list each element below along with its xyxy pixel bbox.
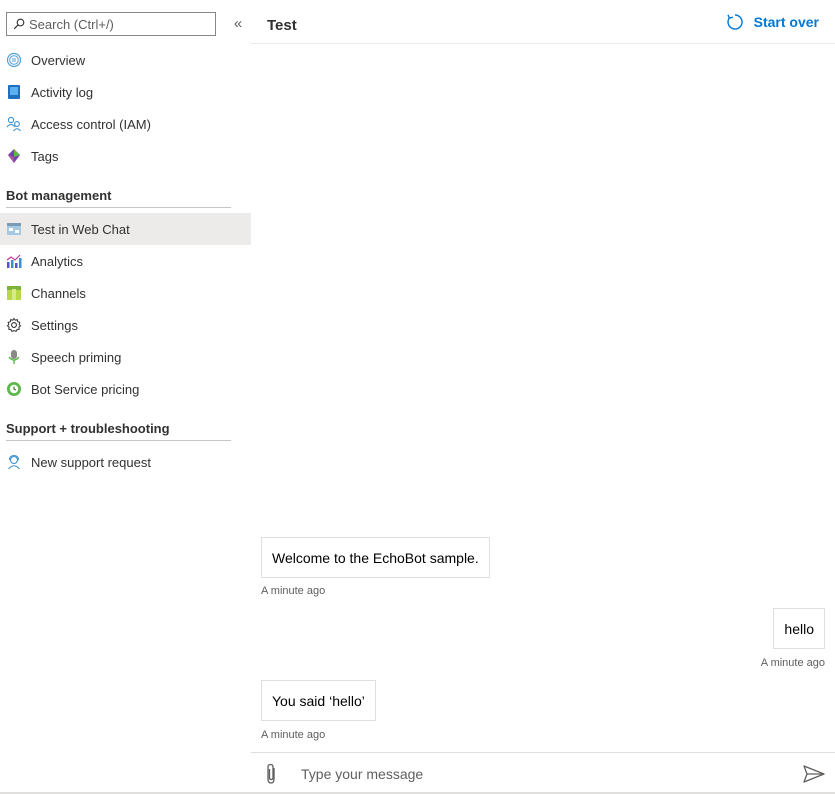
bot-message: You said ‘hello’ — [261, 680, 376, 721]
analytics-icon — [6, 253, 22, 269]
bot-message: Welcome to the EchoBot sample. — [261, 537, 490, 578]
channels-icon — [6, 285, 22, 301]
sidebar-item-label: Speech priming — [31, 349, 122, 365]
sidebar-item-analytics[interactable]: Analytics — [0, 245, 251, 277]
collapse-sidebar-button[interactable]: « — [230, 15, 246, 33]
message-input-bar — [251, 752, 835, 794]
sidebar-item-settings[interactable]: Settings — [0, 309, 251, 341]
web-chat-icon — [6, 221, 22, 237]
sidebar-item-label: Access control (IAM) — [31, 116, 151, 132]
sidebar-item-activity-log[interactable]: Activity log — [0, 76, 251, 108]
search-row: « — [6, 12, 246, 36]
message-timestamp: A minute ago — [261, 585, 326, 597]
header: Test Start over — [251, 0, 835, 44]
activity-log-icon — [6, 84, 22, 100]
start-over-button[interactable]: Start over — [726, 13, 819, 31]
search-box[interactable] — [6, 12, 216, 36]
sidebar-item-label: New support request — [31, 454, 151, 470]
sidebar: « Overview Activity log Access control (… — [0, 0, 251, 794]
start-over-label: Start over — [753, 14, 819, 30]
sidebar-item-label: Overview — [31, 52, 86, 68]
sidebar-item-label: Test in Web Chat — [31, 221, 130, 237]
sidebar-item-test-in-web-chat[interactable]: Test in Web Chat — [0, 213, 251, 245]
sidebar-item-tags[interactable]: Tags — [0, 140, 251, 172]
section-header-bot-management: Bot management — [6, 184, 231, 208]
access-control-icon — [6, 116, 22, 132]
sidebar-item-bot-service-pricing[interactable]: Bot Service pricing — [0, 373, 251, 405]
pricing-icon — [6, 381, 22, 397]
sidebar-item-label: Activity log — [31, 84, 94, 100]
message-timestamp: A minute ago — [261, 729, 326, 741]
sidebar-item-label: Bot Service pricing — [31, 381, 140, 397]
sidebar-item-new-support-request[interactable]: New support request — [0, 446, 251, 478]
section-header-support: Support + troubleshooting — [6, 417, 231, 441]
settings-icon — [6, 317, 22, 333]
sidebar-item-overview[interactable]: Overview — [0, 44, 251, 76]
sidebar-item-label: Tags — [31, 148, 59, 164]
chat-transcript[interactable]: Welcome to the EchoBot sample. A minute … — [251, 45, 835, 752]
refresh-icon — [726, 13, 744, 31]
sidebar-item-label: Channels — [31, 285, 86, 301]
paperclip-icon — [267, 763, 275, 784]
search-icon — [13, 18, 25, 30]
main-panel: Test Start over Welcome to the EchoBot s… — [251, 0, 835, 794]
overview-icon — [6, 52, 22, 68]
tags-icon — [6, 148, 22, 164]
sidebar-item-channels[interactable]: Channels — [0, 277, 251, 309]
send-button[interactable] — [802, 763, 826, 785]
user-message: hello — [773, 608, 825, 649]
attach-button[interactable] — [262, 762, 280, 786]
sidebar-item-speech-priming[interactable]: Speech priming — [0, 341, 251, 373]
sidebar-item-label: Analytics — [31, 253, 84, 269]
message-input[interactable] — [301, 764, 781, 784]
send-icon — [803, 765, 825, 783]
page-title: Test — [267, 17, 297, 34]
sidebar-item-access-control[interactable]: Access control (IAM) — [0, 108, 251, 140]
sidebar-item-label: Settings — [31, 317, 78, 333]
double-chevron-left-icon: « — [233, 15, 243, 32]
message-timestamp: A minute ago — [760, 657, 825, 669]
speech-priming-icon — [6, 349, 22, 365]
support-request-icon — [6, 454, 22, 470]
search-input[interactable] — [29, 16, 209, 32]
